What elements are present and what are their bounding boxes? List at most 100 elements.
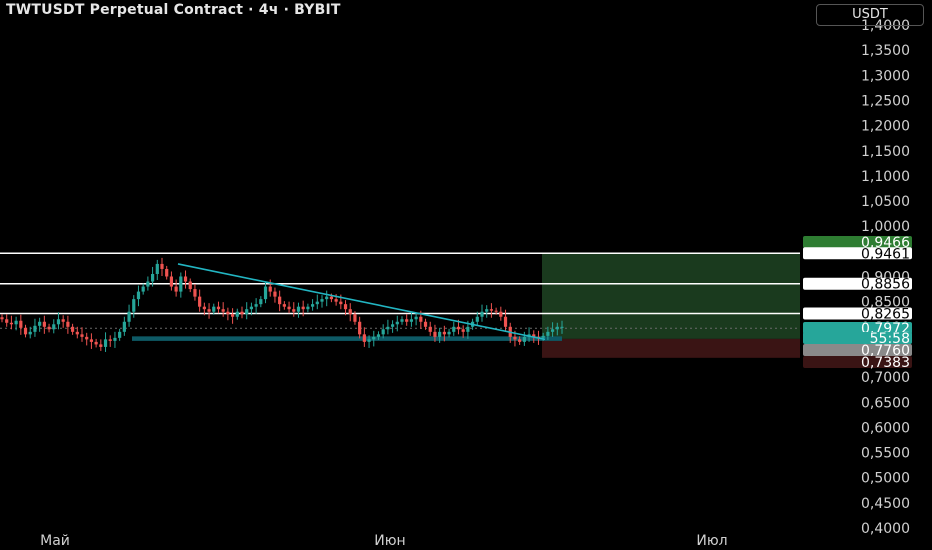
candle-body: [494, 310, 498, 312]
candle-body: [438, 331, 442, 337]
candle-body: [489, 309, 494, 311]
candle-body: [136, 291, 141, 300]
currency-selector[interactable]: USDT: [816, 4, 924, 26]
y-tick-label: 0,7000: [861, 370, 910, 386]
candle-body: [235, 311, 239, 317]
candle-body: [38, 321, 42, 326]
candle-body: [546, 331, 550, 336]
candle-body: [329, 296, 334, 300]
candle-body: [296, 306, 301, 312]
price-chart[interactable]: 1,40001,35001,30001,25001,20001,15001,10…: [0, 0, 932, 550]
candle-body: [282, 304, 286, 307]
candle-body: [306, 306, 310, 310]
candle-body: [259, 299, 263, 305]
candle-body: [452, 326, 456, 332]
candle-body: [165, 268, 169, 277]
candle-body: [395, 321, 399, 325]
y-tick-label: 1,1000: [861, 169, 910, 185]
candle-body: [122, 321, 126, 332]
candle-body: [174, 286, 178, 292]
candle-body: [550, 329, 555, 332]
candle-body: [226, 311, 230, 315]
x-tick-label: Июл: [696, 533, 727, 549]
candle-body: [230, 314, 235, 317]
y-tick-label: 1,3500: [861, 43, 910, 59]
candle-body: [447, 331, 451, 335]
price-badge-text: 0,9461: [861, 246, 910, 262]
candle-body: [325, 296, 329, 300]
candle-body: [202, 306, 206, 310]
candle-body: [456, 326, 461, 330]
candle-body: [381, 329, 385, 335]
candle-body: [310, 304, 315, 307]
candle-body: [541, 335, 545, 338]
candle-body: [254, 304, 258, 307]
y-tick-label: 1,1500: [861, 144, 910, 160]
candle-body: [85, 336, 89, 340]
candle-body: [141, 286, 145, 292]
y-tick-label: 1,3000: [861, 68, 910, 84]
candle-body: [245, 309, 249, 315]
candle-body: [433, 331, 437, 337]
y-tick-label: 0,5500: [861, 446, 910, 462]
candle-body: [513, 336, 517, 340]
candle-body: [118, 331, 122, 338]
candle-body: [19, 320, 23, 328]
candle-body: [193, 289, 197, 297]
candle-body: [127, 311, 131, 322]
candle-body: [358, 321, 362, 335]
candle-body: [146, 281, 150, 287]
candle-body: [466, 326, 470, 332]
candle-body: [475, 316, 479, 322]
candle-body: [14, 320, 18, 325]
y-tick-label: 1,2000: [861, 119, 910, 135]
position-zones: [132, 253, 800, 358]
candle-body: [367, 339, 371, 342]
candle-body: [405, 319, 409, 322]
x-tick-label: Май: [40, 533, 70, 549]
candle-body: [334, 299, 338, 302]
candle-body: [160, 263, 164, 269]
candle-body: [461, 329, 465, 332]
candle-body: [0, 317, 4, 320]
y-tick-label: 1,0000: [861, 219, 910, 235]
candle-body: [320, 299, 324, 302]
candle-body: [150, 273, 155, 282]
candle-body: [362, 334, 366, 342]
candle-body: [386, 326, 390, 330]
candle-body: [183, 276, 188, 282]
x-tick-label: Июн: [374, 533, 405, 549]
candle-body: [179, 276, 183, 292]
y-tick-label: 0,6500: [861, 395, 910, 411]
time-axis: Май Июн Июл: [40, 533, 727, 549]
price-badge-text: 0,7383: [861, 355, 910, 371]
candle-body: [52, 324, 56, 330]
candle-body: [414, 316, 418, 320]
candle-body: [353, 314, 357, 322]
candle-body: [339, 301, 343, 305]
candle-body: [70, 326, 75, 332]
candle-body: [240, 311, 244, 315]
candle-body: [315, 301, 319, 305]
chart-title: TWTUSDT Perpetual Contract · 4ч · BYBIT: [6, 2, 341, 18]
stop-zone: [542, 338, 800, 358]
candle-body: [198, 296, 202, 307]
candle-body: [390, 324, 395, 327]
candle-body: [278, 296, 282, 305]
candle-body: [169, 276, 174, 287]
candle-body: [66, 321, 70, 327]
candle-body: [23, 327, 28, 335]
candle-body: [400, 319, 404, 322]
candle-body: [75, 331, 79, 335]
candle-body: [348, 309, 352, 315]
candle-body: [503, 316, 508, 327]
candle-body: [47, 326, 51, 330]
candle-body: [560, 326, 564, 328]
candle-body: [113, 337, 117, 341]
candle-body: [273, 291, 277, 297]
candle-body: [409, 319, 414, 322]
candle-body: [518, 339, 522, 342]
candle-body: [28, 331, 32, 335]
candle-body: [499, 311, 503, 317]
candle-body: [5, 319, 9, 323]
